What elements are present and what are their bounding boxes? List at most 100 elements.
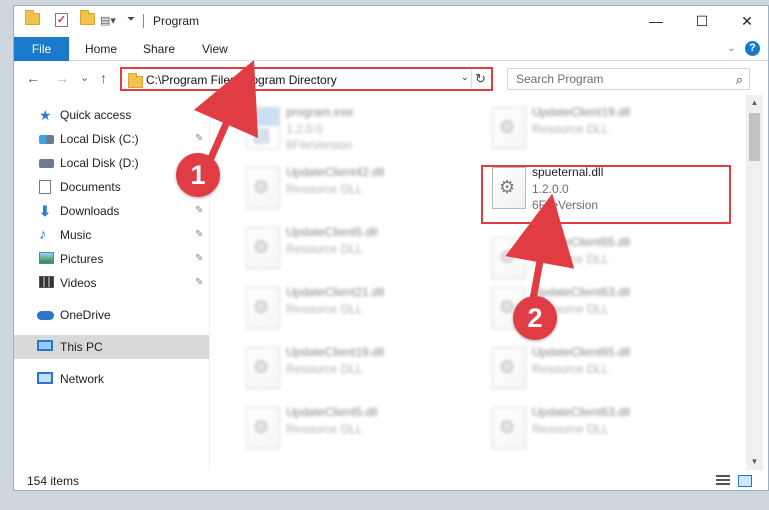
file-type: Resource DLL [532, 252, 609, 266]
file-item[interactable]: UpdateClient63.dll Resource DLL [484, 401, 720, 453]
file-type: Resource DLL [286, 422, 363, 436]
dll-file-icon [492, 237, 526, 279]
close-button[interactable]: ✕ [724, 6, 768, 36]
pin-icon[interactable]: ✎ [195, 277, 203, 288]
forward-button[interactable]: → [55, 70, 69, 86]
pin-icon[interactable]: ✎ [195, 229, 203, 240]
pin-icon[interactable]: ✎ [195, 205, 203, 216]
file-item[interactable]: UpdateClient5.dll Resource DLL [238, 221, 474, 273]
address-path[interactable]: C:\Program Files\Program Directory [146, 73, 337, 87]
maximize-button[interactable]: ☐ [679, 6, 725, 36]
item-count: 154 items [27, 474, 80, 488]
scrollbar-thumb[interactable] [749, 113, 760, 161]
file-name: UpdateClient19.dll [286, 345, 385, 359]
ribbon-expand-chevron-icon[interactable]: ⌄ [725, 42, 738, 55]
file-name: UpdateClient63.dll [532, 405, 631, 419]
sidebar-item-this-pc[interactable]: This PC [14, 335, 209, 359]
pin-icon[interactable]: ✎ [195, 133, 203, 144]
sidebar-item-quick-access[interactable]: ★ Quick access [14, 103, 209, 127]
file-name: UpdateClient42.dll [286, 165, 385, 179]
dll-file-icon [246, 167, 280, 209]
sidebar-item-network[interactable]: Network [14, 367, 209, 391]
sidebar-item-onedrive[interactable]: OneDrive [14, 303, 209, 327]
refresh-button[interactable]: ↻ [471, 70, 489, 88]
address-dropdown-icon[interactable]: ⌄ [461, 72, 469, 83]
pin-icon[interactable]: ✎ [195, 253, 203, 264]
file-version: 1.2.0.0 [286, 122, 323, 136]
sidebar-item-label: Downloads [60, 204, 120, 218]
vertical-scrollbar[interactable]: ▲ ▼ [746, 95, 763, 470]
star-icon: ★ [39, 107, 52, 123]
highlight-box [481, 165, 731, 224]
navigation-pane: ★ Quick access Local Disk (C:) ✎ Local D… [14, 95, 210, 470]
up-button[interactable]: ↑ [100, 70, 107, 86]
folder-icon [128, 73, 143, 88]
ribbon-tabs: File Home Share View ⌄ ? [14, 37, 768, 61]
sidebar-item-label: This PC [60, 340, 103, 354]
tab-file[interactable]: File [14, 37, 69, 61]
file-description: 6FileVersion [286, 138, 353, 152]
file-name: UpdateClient65.dll [532, 235, 631, 249]
music-icon: ♪ [39, 226, 47, 243]
document-icon [39, 180, 51, 194]
back-button[interactable]: ← [26, 70, 40, 86]
videos-icon [39, 276, 54, 288]
file-item[interactable]: UpdateClient65.dll Resource DLL [484, 231, 720, 283]
tiles-view-icon[interactable] [738, 475, 752, 487]
tab-home[interactable]: Home [85, 37, 117, 61]
sidebar-item-pictures[interactable]: Pictures ✎ [14, 247, 209, 271]
address-bar[interactable]: C:\Program Files\Program Directory ⌄ ↻ [120, 67, 493, 91]
dll-file-icon [492, 407, 526, 449]
sidebar-item-videos[interactable]: Videos ✎ [14, 271, 209, 295]
sidebar-item-label: Videos [60, 276, 97, 290]
file-item[interactable]: UpdateClient42.dll Resource DLL [238, 161, 474, 213]
sidebar-item-local-disk-c[interactable]: Local Disk (C:) ✎ [14, 127, 209, 151]
sidebar-item-downloads[interactable]: ⬇ Downloads ✎ [14, 199, 209, 223]
file-type: Resource DLL [532, 362, 609, 376]
file-item[interactable]: UpdateClient21.dll Resource DLL [238, 281, 474, 333]
scroll-up-arrow-icon[interactable]: ▲ [746, 95, 763, 111]
title-separator [143, 14, 144, 28]
new-folder-icon[interactable] [80, 10, 95, 25]
search-icon[interactable]: ⌕ [736, 72, 743, 88]
file-item[interactable]: UpdateClient19.dll Resource DLL [484, 101, 720, 153]
file-name: UpdateClient19.dll [532, 105, 631, 119]
download-icon: ⬇ [39, 203, 51, 219]
window-title: Program [153, 14, 200, 28]
sidebar-item-label: Music [60, 228, 92, 242]
scroll-down-arrow-icon[interactable]: ▼ [746, 454, 763, 470]
file-type: Resource DLL [286, 302, 363, 316]
search-input[interactable]: Search Program ⌕ [507, 68, 750, 90]
file-name: UpdateClient21.dll [286, 285, 385, 299]
sidebar-item-label: OneDrive [60, 308, 111, 322]
this-pc-icon [37, 340, 53, 351]
recent-locations-button[interactable]: ⌄ [80, 70, 89, 86]
minimize-button[interactable]: — [633, 6, 679, 36]
folder-icon [25, 10, 40, 25]
search-placeholder: Search Program [516, 72, 604, 86]
dll-file-icon [246, 407, 280, 449]
navigation-bar: ← → ⌄ ↑ C:\Program Files\Program Directo… [14, 61, 768, 95]
details-view-icon[interactable] [716, 475, 730, 487]
tab-share[interactable]: Share [143, 37, 175, 61]
sidebar-item-label: Network [60, 372, 105, 386]
file-type: Resource DLL [532, 422, 609, 436]
file-explorer-window: ✓ ▤▾ ⏷ Program — ☐ ✕ File Home Share Vie… [13, 5, 769, 491]
file-item[interactable]: UpdateClient19.dll Resource DLL [238, 341, 474, 393]
file-type: Resource DLL [286, 242, 363, 256]
file-item[interactable]: UpdateClient5.dll Resource DLL [238, 401, 474, 453]
sidebar-item-label: Pictures [60, 252, 104, 266]
file-type: Resource DLL [532, 122, 609, 136]
tab-view[interactable]: View [202, 37, 228, 61]
sidebar-item-music[interactable]: ♪ Music ✎ [14, 223, 209, 247]
sidebar-item-label: Documents [60, 180, 121, 194]
help-icon[interactable]: ? [745, 41, 760, 56]
file-item[interactable]: program.exe 1.2.0.0 6FileVersion [238, 101, 474, 153]
properties-checkmark-icon[interactable]: ✓ [55, 13, 68, 27]
file-name: UpdateClient5.dll [286, 405, 378, 419]
status-bar: 154 items [14, 470, 768, 490]
step-badge-1: 1 [176, 153, 220, 197]
quick-access-dropdown-icon[interactable]: ⏷ [127, 14, 135, 30]
file-item[interactable]: UpdateClient65.dll Resource DLL [484, 341, 720, 393]
quick-access-customize-icon[interactable]: ▤▾ [100, 14, 116, 28]
